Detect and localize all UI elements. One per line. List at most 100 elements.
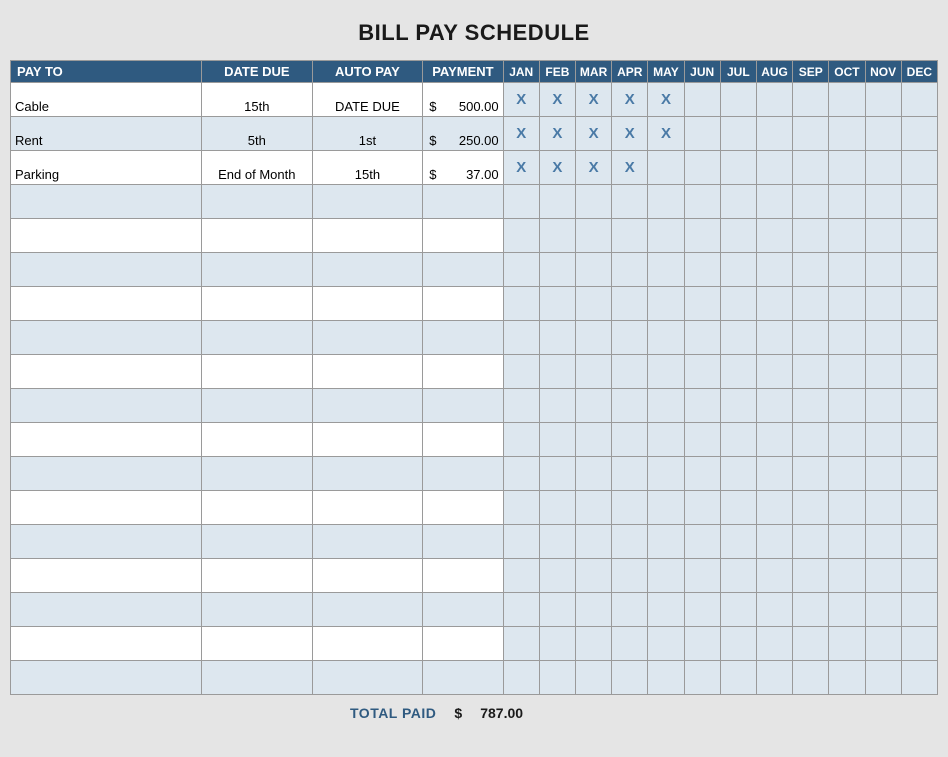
cell-month[interactable] bbox=[539, 253, 575, 287]
cell-month[interactable] bbox=[720, 525, 756, 559]
cell-month[interactable] bbox=[648, 389, 684, 423]
cell-month[interactable] bbox=[829, 389, 865, 423]
cell-month[interactable] bbox=[503, 389, 539, 423]
cell-month[interactable] bbox=[901, 253, 937, 287]
cell-autopay[interactable] bbox=[312, 491, 423, 525]
cell-autopay[interactable] bbox=[312, 185, 423, 219]
cell-payto[interactable] bbox=[11, 321, 202, 355]
cell-autopay[interactable] bbox=[312, 593, 423, 627]
cell-month[interactable] bbox=[648, 355, 684, 389]
cell-month[interactable] bbox=[612, 253, 648, 287]
cell-month[interactable] bbox=[756, 491, 792, 525]
cell-month[interactable] bbox=[901, 423, 937, 457]
cell-month[interactable] bbox=[539, 661, 575, 695]
cell-datedue[interactable] bbox=[202, 491, 313, 525]
cell-month[interactable] bbox=[684, 457, 720, 491]
cell-month[interactable] bbox=[829, 219, 865, 253]
cell-payment[interactable] bbox=[423, 287, 503, 321]
cell-month[interactable] bbox=[793, 423, 829, 457]
cell-month[interactable] bbox=[756, 151, 792, 185]
cell-month[interactable] bbox=[829, 117, 865, 151]
cell-month[interactable]: X bbox=[648, 83, 684, 117]
cell-month[interactable] bbox=[539, 423, 575, 457]
cell-month[interactable] bbox=[720, 355, 756, 389]
cell-month[interactable] bbox=[720, 287, 756, 321]
cell-month[interactable] bbox=[503, 219, 539, 253]
cell-month[interactable] bbox=[539, 219, 575, 253]
cell-month[interactable] bbox=[539, 457, 575, 491]
cell-month[interactable] bbox=[756, 627, 792, 661]
cell-month[interactable] bbox=[684, 593, 720, 627]
cell-autopay[interactable]: DATE DUE bbox=[312, 83, 423, 117]
cell-month[interactable] bbox=[793, 491, 829, 525]
cell-autopay[interactable]: 15th bbox=[312, 151, 423, 185]
cell-payment[interactable] bbox=[423, 627, 503, 661]
cell-month[interactable] bbox=[829, 321, 865, 355]
cell-month[interactable]: X bbox=[612, 117, 648, 151]
cell-datedue[interactable] bbox=[202, 389, 313, 423]
cell-payto[interactable] bbox=[11, 559, 202, 593]
cell-month[interactable] bbox=[793, 117, 829, 151]
cell-month[interactable] bbox=[865, 559, 901, 593]
cell-month[interactable] bbox=[648, 627, 684, 661]
cell-month[interactable] bbox=[503, 287, 539, 321]
cell-month[interactable] bbox=[901, 83, 937, 117]
cell-month[interactable] bbox=[648, 491, 684, 525]
cell-month[interactable]: X bbox=[503, 83, 539, 117]
cell-month[interactable] bbox=[648, 253, 684, 287]
cell-month[interactable] bbox=[829, 423, 865, 457]
cell-month[interactable] bbox=[865, 185, 901, 219]
cell-month[interactable] bbox=[539, 355, 575, 389]
cell-payment[interactable] bbox=[423, 423, 503, 457]
cell-month[interactable] bbox=[612, 525, 648, 559]
cell-month[interactable] bbox=[612, 355, 648, 389]
cell-month[interactable] bbox=[756, 219, 792, 253]
cell-month[interactable] bbox=[756, 593, 792, 627]
cell-month[interactable] bbox=[648, 321, 684, 355]
cell-month[interactable] bbox=[576, 559, 612, 593]
cell-month[interactable] bbox=[793, 525, 829, 559]
cell-datedue[interactable]: End of Month bbox=[202, 151, 313, 185]
cell-month[interactable] bbox=[503, 559, 539, 593]
cell-month[interactable] bbox=[793, 559, 829, 593]
cell-month[interactable] bbox=[793, 661, 829, 695]
cell-month[interactable] bbox=[720, 83, 756, 117]
cell-month[interactable] bbox=[756, 185, 792, 219]
cell-month[interactable] bbox=[612, 661, 648, 695]
cell-payto[interactable] bbox=[11, 389, 202, 423]
cell-month[interactable] bbox=[756, 287, 792, 321]
cell-month[interactable] bbox=[865, 151, 901, 185]
cell-month[interactable] bbox=[684, 559, 720, 593]
cell-month[interactable] bbox=[503, 593, 539, 627]
cell-month[interactable] bbox=[865, 423, 901, 457]
cell-month[interactable] bbox=[684, 525, 720, 559]
cell-month[interactable] bbox=[793, 219, 829, 253]
cell-month[interactable] bbox=[612, 627, 648, 661]
cell-month[interactable] bbox=[684, 185, 720, 219]
cell-autopay[interactable] bbox=[312, 321, 423, 355]
cell-month[interactable] bbox=[576, 661, 612, 695]
cell-payment[interactable] bbox=[423, 185, 503, 219]
cell-month[interactable] bbox=[865, 389, 901, 423]
cell-month[interactable] bbox=[756, 525, 792, 559]
cell-month[interactable] bbox=[829, 151, 865, 185]
cell-month[interactable] bbox=[648, 457, 684, 491]
cell-month[interactable] bbox=[901, 389, 937, 423]
cell-month[interactable] bbox=[720, 593, 756, 627]
cell-month[interactable] bbox=[865, 117, 901, 151]
cell-month[interactable] bbox=[829, 559, 865, 593]
cell-month[interactable] bbox=[793, 355, 829, 389]
cell-payto[interactable] bbox=[11, 491, 202, 525]
cell-month[interactable] bbox=[503, 355, 539, 389]
cell-month[interactable]: X bbox=[648, 117, 684, 151]
cell-month[interactable] bbox=[576, 525, 612, 559]
cell-month[interactable] bbox=[720, 117, 756, 151]
cell-month[interactable] bbox=[648, 525, 684, 559]
cell-month[interactable]: X bbox=[503, 117, 539, 151]
cell-month[interactable] bbox=[684, 661, 720, 695]
cell-payment[interactable]: $250.00 bbox=[423, 117, 503, 151]
cell-payto[interactable] bbox=[11, 661, 202, 695]
cell-month[interactable] bbox=[684, 355, 720, 389]
cell-month[interactable] bbox=[793, 389, 829, 423]
cell-datedue[interactable] bbox=[202, 253, 313, 287]
